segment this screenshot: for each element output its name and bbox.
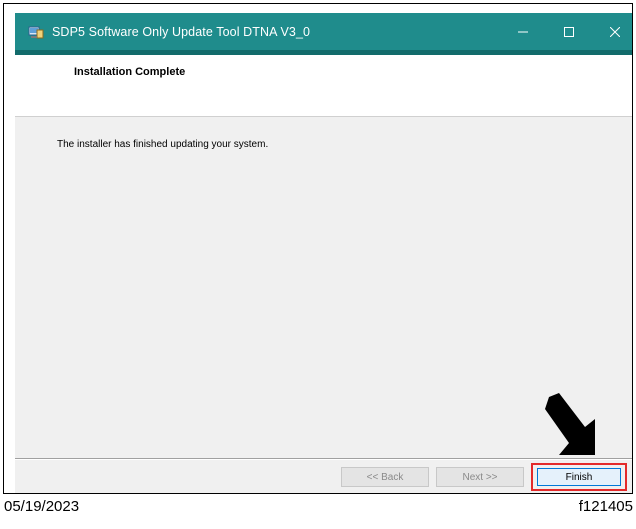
page-heading: Installation Complete	[74, 66, 186, 78]
close-button[interactable]	[592, 13, 632, 50]
figure-id: f121405	[578, 498, 633, 515]
header-panel: Installation Complete	[15, 55, 632, 117]
installer-window: SDP5 Software Only Update Tool DTNA V3_0…	[15, 13, 632, 493]
maximize-icon	[564, 26, 574, 37]
button-bar: << Back Next >> Finish	[15, 460, 632, 493]
figure-frame: SDP5 Software Only Update Tool DTNA V3_0…	[3, 3, 633, 494]
close-icon	[610, 26, 620, 37]
completion-message: The installer has finished updating your…	[57, 139, 269, 150]
finish-button[interactable]: Finish	[537, 468, 621, 486]
maximize-button[interactable]	[546, 13, 592, 50]
content-area: The installer has finished updating your…	[15, 117, 632, 458]
minimize-button[interactable]	[500, 13, 546, 50]
window-title: SDP5 Software Only Update Tool DTNA V3_0	[52, 24, 311, 39]
title-bar[interactable]: SDP5 Software Only Update Tool DTNA V3_0	[15, 13, 632, 50]
installer-icon	[28, 24, 44, 40]
back-button[interactable]: << Back	[341, 467, 429, 487]
figure-date: 05/19/2023	[4, 498, 80, 515]
next-button[interactable]: Next >>	[436, 467, 524, 487]
down-arrow-icon	[545, 393, 595, 455]
minimize-icon	[518, 31, 528, 32]
